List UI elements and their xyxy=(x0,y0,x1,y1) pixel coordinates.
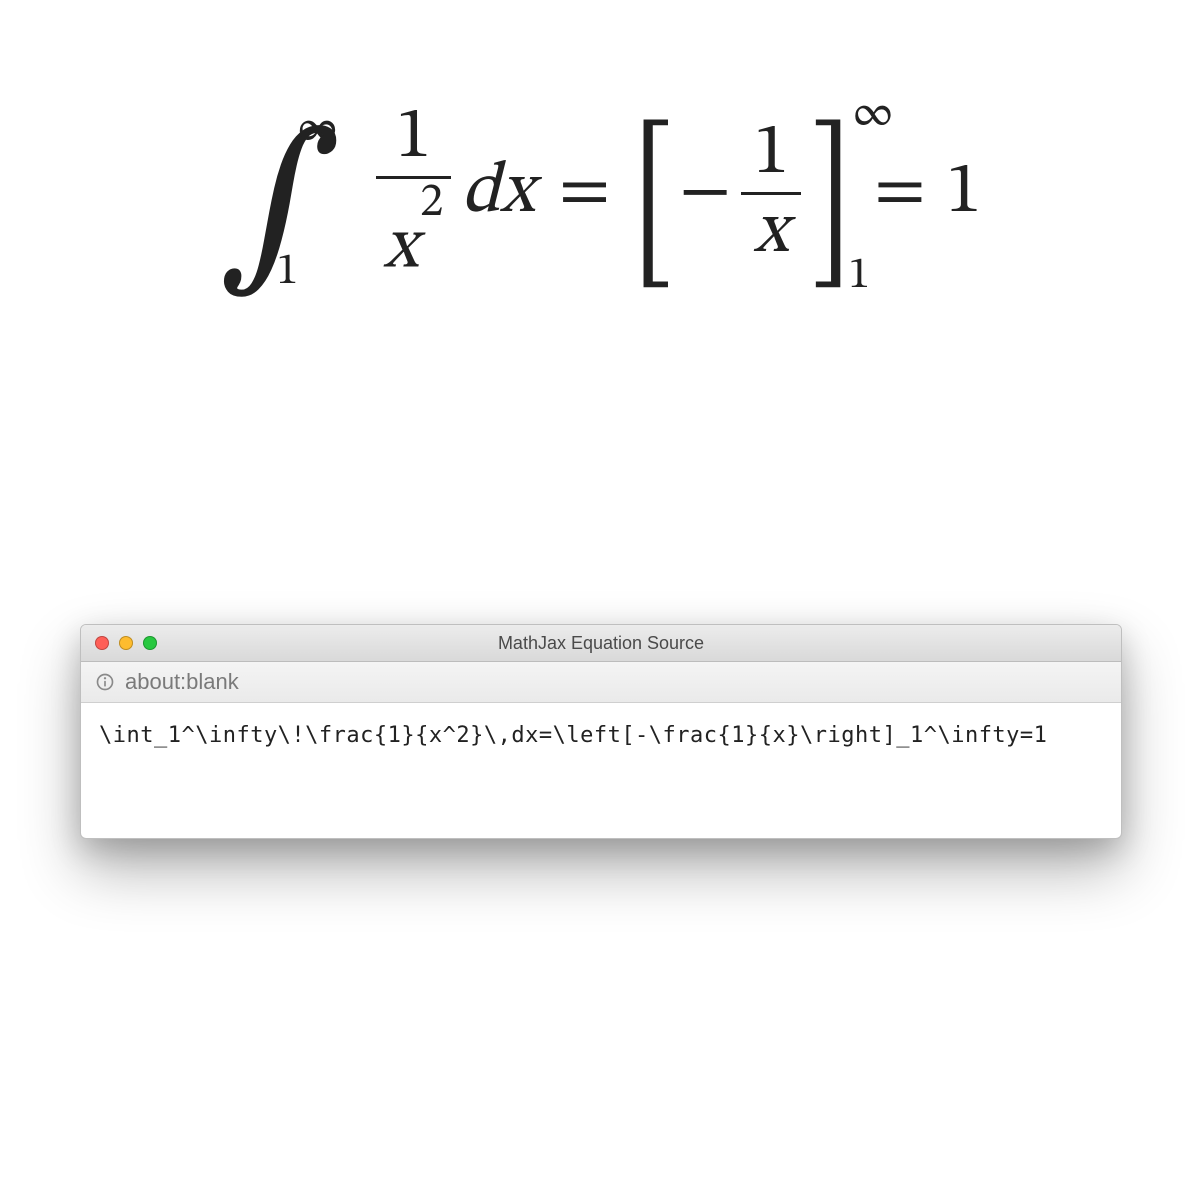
dialog-address-bar: about:blank xyxy=(81,662,1121,703)
fraction-antiderivative: 1 x xyxy=(741,116,801,271)
fraction-integrand: 1 x2 xyxy=(376,100,452,286)
integral: ∫ ∞ 1 xyxy=(219,117,364,270)
dialog-titlebar[interactable]: MathJax Equation Source xyxy=(81,625,1121,662)
fraction2-denominator: x xyxy=(746,195,797,271)
window-controls xyxy=(81,636,157,650)
denominator-base: x xyxy=(384,212,419,284)
minus-sign: − xyxy=(679,157,731,229)
bracket-lower-limit: 1 xyxy=(848,254,870,298)
fraction2-numerator: 1 xyxy=(745,116,797,192)
integral-lower-limit: 1 xyxy=(277,250,299,294)
info-icon xyxy=(95,672,115,692)
minimize-window-icon[interactable] xyxy=(119,636,133,650)
equals-sign-2: = xyxy=(874,157,926,229)
denominator-exponent: 2 xyxy=(420,180,443,227)
evaluated-bracket: [ − 1 x ] ∞ 1 xyxy=(630,112,854,274)
right-bracket-icon: ] xyxy=(810,124,851,286)
bracket-upper-limit: ∞ xyxy=(852,92,894,136)
fraction-numerator: 1 xyxy=(388,100,440,176)
equals-sign-1: = xyxy=(559,157,611,229)
rendered-equation: ∫ ∞ 1 1 x2 dx = [ − 1 x ] ∞ 1 = 1 xyxy=(0,100,1200,286)
close-window-icon[interactable] xyxy=(95,636,109,650)
zoom-window-icon[interactable] xyxy=(143,636,157,650)
dialog-address-text: about:blank xyxy=(125,669,239,695)
dialog-title: MathJax Equation Source xyxy=(81,633,1121,654)
result-value: 1 xyxy=(946,157,982,229)
left-bracket-icon: [ xyxy=(633,124,674,286)
equation-source-text[interactable]: \int_1^\infty\!\frac{1}{x^2}\,dx=\left[-… xyxy=(81,703,1121,838)
integral-upper-limit: ∞ xyxy=(297,107,339,151)
differential-dx: dx xyxy=(461,157,534,229)
equation-source-dialog: MathJax Equation Source about:blank \int… xyxy=(80,624,1122,839)
equation-body: ∫ ∞ 1 1 x2 dx = [ − 1 x ] ∞ 1 = 1 xyxy=(213,100,988,286)
fraction-denominator: x2 xyxy=(376,179,452,286)
